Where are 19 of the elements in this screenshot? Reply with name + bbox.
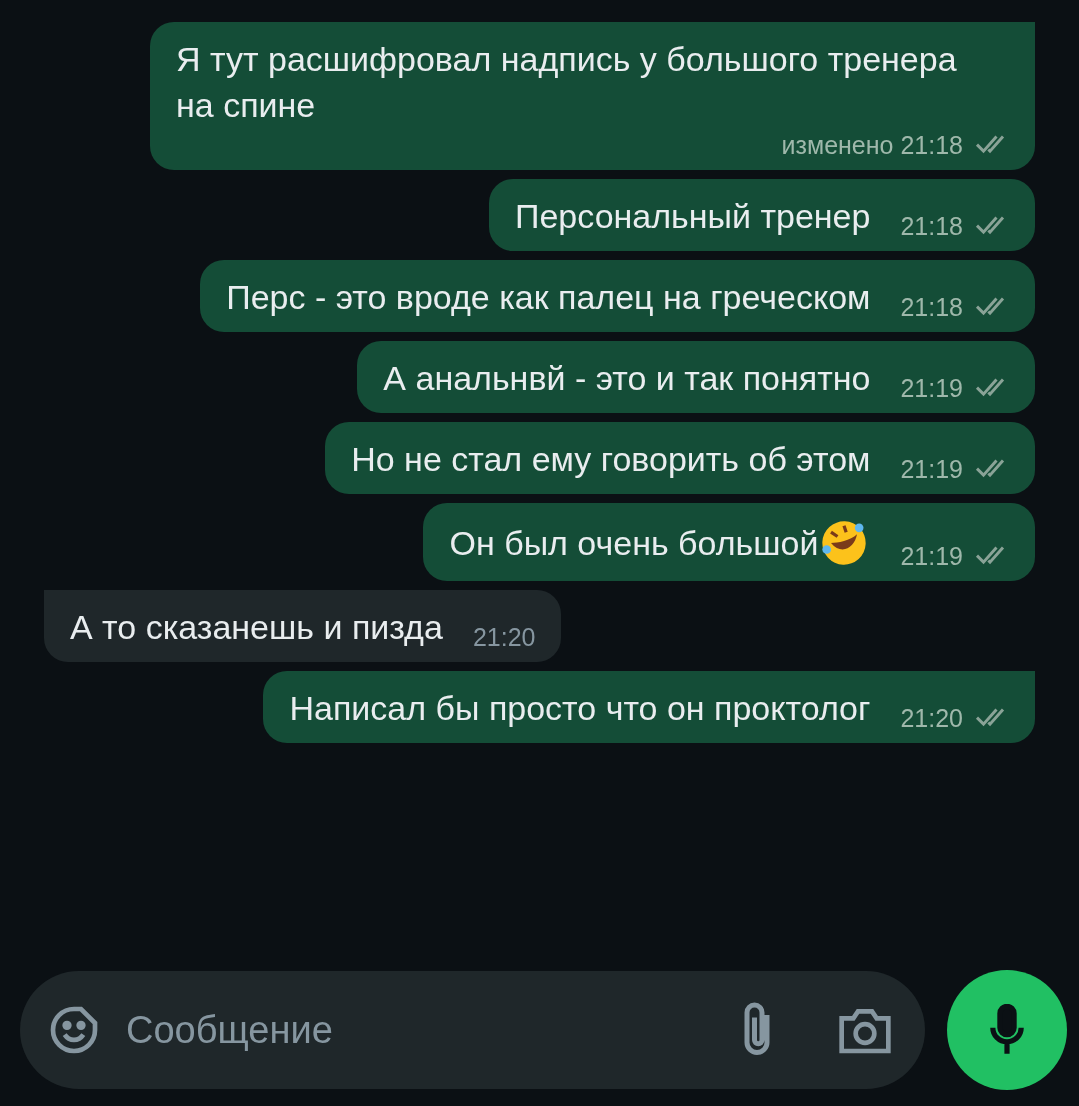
message-text: Перс - это вроде как палец на греческом [226, 277, 871, 318]
message-field[interactable]: Сообщение [20, 971, 925, 1089]
message-text: Написал бы просто что он проктолог [289, 688, 871, 729]
message-time: 21:20 [472, 622, 536, 653]
message-time: 21:19 [900, 371, 1009, 405]
message-text: А то сказанешь и пизда [70, 607, 443, 648]
message-time: 21:18 [900, 290, 1009, 324]
message-input[interactable]: Сообщение [126, 1001, 737, 1059]
message-text: Я тут расшифровал надпись у большого тренера на спине [176, 39, 958, 126]
message-text: Но не стал ему говорить об этом [351, 439, 871, 480]
message-time: 21:19 [900, 539, 1009, 573]
message-time: 21:20 [900, 701, 1009, 735]
message-text: Он был очень большой [449, 523, 819, 564]
message-time: изменено 21:18 [781, 128, 1009, 162]
microphone-icon [987, 1004, 1027, 1056]
message-time: 21:18 [900, 209, 1009, 243]
message-text: А анальнвй - это и так понятно [383, 358, 871, 399]
message-time: 21:19 [900, 452, 1009, 486]
message-text: Персональный тренер [515, 196, 871, 237]
